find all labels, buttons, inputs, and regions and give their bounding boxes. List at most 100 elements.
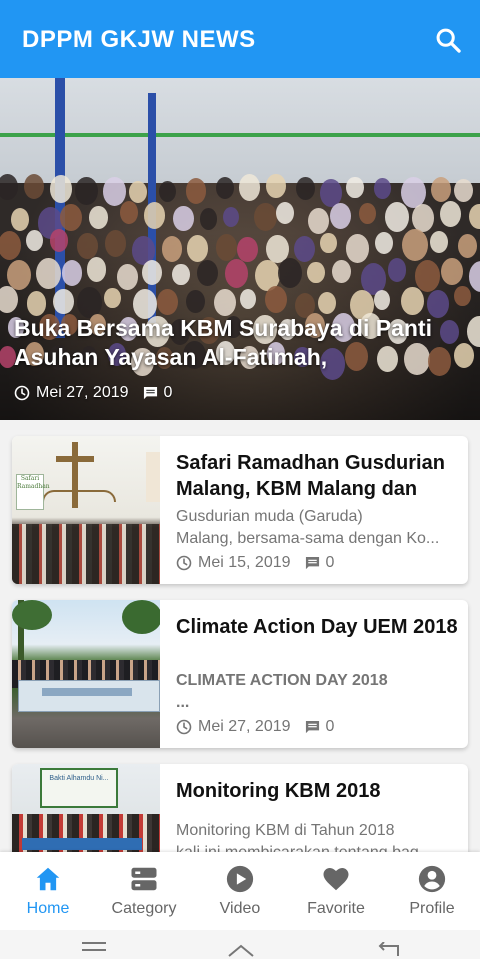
comment-icon <box>305 720 319 733</box>
menu-icon[interactable] <box>82 942 106 959</box>
article-meta: Mei 27, 2019 0 <box>176 718 334 736</box>
crowd-figure <box>441 257 463 285</box>
crowd-figure <box>142 260 163 286</box>
search-icon[interactable] <box>434 26 462 54</box>
crowd-figure <box>143 201 166 230</box>
excerpt-line: Monitoring KBM di Tahun 2018 <box>176 822 395 839</box>
hero-image <box>0 173 480 420</box>
crowd-figure <box>0 285 19 314</box>
nav-profile[interactable]: Profile <box>384 852 480 930</box>
category-icon <box>131 867 157 891</box>
crowd-figure <box>199 208 217 230</box>
home-button-icon[interactable] <box>226 942 256 959</box>
crowd-figure <box>296 176 315 200</box>
app-bar: DPPM GKJW NEWS <box>0 0 480 78</box>
crowd-figure <box>345 234 369 263</box>
crowd-figure <box>254 202 277 232</box>
crowd-figure <box>53 288 74 315</box>
crowd-figure <box>215 234 238 261</box>
crowd-figure <box>320 232 337 254</box>
crowd-figure <box>161 236 183 262</box>
article-date: Mei 15, 2019 <box>198 554 291 571</box>
article-date: Mei 27, 2019 <box>198 718 291 735</box>
crowd-figure <box>24 173 45 200</box>
crowd-figure <box>102 177 126 206</box>
crowd-figure <box>238 174 261 202</box>
crowd-figure <box>89 206 108 230</box>
crowd-figure <box>278 257 303 288</box>
excerpt-line: Gusdurian muda (Garuda) <box>176 508 363 525</box>
clock-icon <box>14 385 30 401</box>
clock-icon <box>176 555 192 571</box>
article-title: Safari Ramadhan Gusdurian Malang, KBM Ma… <box>176 452 445 500</box>
excerpt-line: CLIMATE ACTION DAY 2018 <box>176 672 388 689</box>
crowd-figure <box>26 229 44 251</box>
article-comments: 0 <box>325 718 335 735</box>
crowd-figure <box>469 203 480 230</box>
crowd-figure <box>172 263 190 286</box>
crowd-figure <box>104 229 126 257</box>
nav-category[interactable]: Category <box>96 852 192 930</box>
excerpt-line: Malang, bersama-sama dengan Ko... <box>176 530 440 547</box>
thumb-sign: Safari Ramadhan <box>16 474 50 510</box>
crowd-figure <box>213 288 236 317</box>
article-title: Monitoring KBM 2018 <box>176 780 381 802</box>
article-card[interactable]: Safari Ramadhan Safari Ramadhan Gusduria… <box>12 436 468 584</box>
profile-icon <box>418 865 446 893</box>
crowd-figure <box>293 236 315 263</box>
featured-article[interactable]: Buka Bersama KBM Surabaya di Panti Asuha… <box>0 78 480 420</box>
featured-date: Mei 27, 2019 <box>36 384 129 401</box>
crowd-figure <box>414 259 441 292</box>
crowd-figure <box>173 205 194 232</box>
featured-title: Buka Bersama KBM Surabaya di Panti Asuha… <box>14 315 432 370</box>
crowd-figure <box>467 316 480 347</box>
crowd-figure <box>411 204 434 233</box>
nav-favorite[interactable]: Favorite <box>288 852 384 930</box>
crowd-figure <box>318 291 336 314</box>
crowd-figure <box>129 180 148 203</box>
crowd-figure <box>237 236 258 263</box>
crowd-figure <box>402 229 428 262</box>
crowd-figure <box>60 203 82 231</box>
favorite-icon <box>323 868 349 891</box>
crowd-figure <box>375 231 394 255</box>
video-icon <box>226 865 254 893</box>
nav-label: Home <box>26 900 70 917</box>
nav-home[interactable]: Home <box>0 852 96 930</box>
article-comments: 0 <box>325 554 335 571</box>
hero-beam <box>0 133 480 137</box>
crowd-figure <box>117 264 138 290</box>
crowd-figure <box>266 173 286 199</box>
article-thumbnail: Safari Ramadhan <box>12 436 160 584</box>
crowd-figure <box>0 173 19 201</box>
article-excerpt: Gusdurian muda (Garuda) Malang, bersama-… <box>176 506 458 550</box>
crowd-figure <box>307 207 330 235</box>
crowd-figure <box>49 229 68 252</box>
crowd-figure <box>186 178 207 204</box>
crowd-figure <box>61 260 83 287</box>
crowd-figure <box>77 233 98 259</box>
nav-label: Category <box>111 900 177 917</box>
nav-video[interactable]: Video <box>192 852 288 930</box>
crowd-figure <box>0 231 21 261</box>
featured-comments: 0 <box>163 384 173 401</box>
excerpt-line: ... <box>176 694 190 711</box>
article-card[interactable]: Climate Action Day UEM 2018 CLIMATE ACTI… <box>12 600 468 748</box>
crowd-figure <box>239 288 256 309</box>
crowd-figure <box>330 203 352 230</box>
crowd-figure <box>10 207 30 232</box>
crowd-figure <box>119 201 139 225</box>
app-title: DPPM GKJW NEWS <box>22 26 256 53</box>
back-icon[interactable] <box>376 942 402 959</box>
crowd-figure <box>87 257 107 282</box>
nav-label: Profile <box>409 900 455 917</box>
crowd-figure <box>104 287 121 309</box>
crowd-figure <box>429 230 448 254</box>
article-meta: Mei 15, 2019 0 <box>176 554 334 572</box>
crowd-figure <box>307 261 325 284</box>
crowd-figure <box>440 201 462 228</box>
comment-icon <box>305 556 319 569</box>
crowd-figure <box>215 176 234 199</box>
crowd-figure <box>156 288 178 315</box>
crowd-figure <box>454 285 471 307</box>
